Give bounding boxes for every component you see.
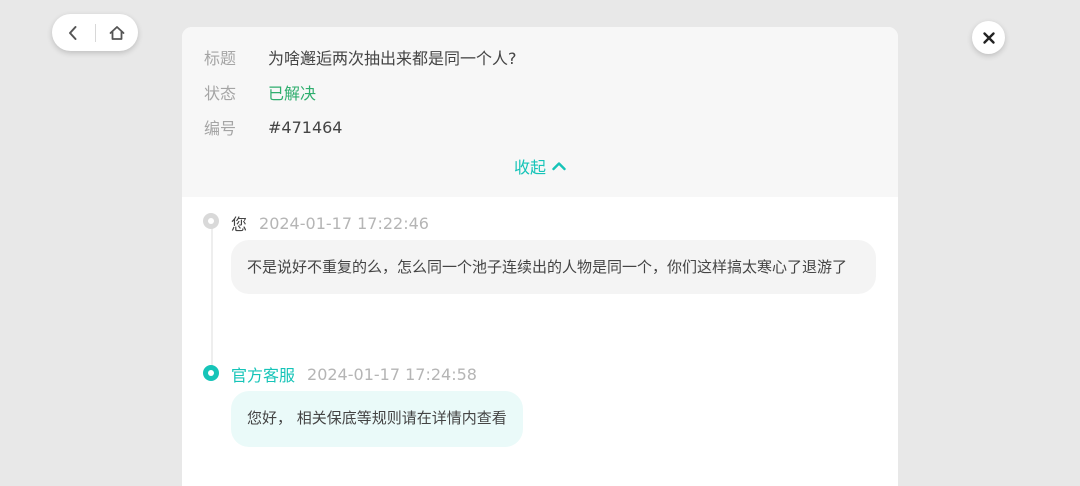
status-row: 状态 已解决 (204, 80, 316, 104)
timeline-dot-staff (203, 365, 219, 381)
home-icon (109, 25, 125, 40)
status-value: 已解决 (268, 84, 317, 103)
ticket-card: 标题 为啥邂逅两次抽出来都是同一个人? 状态 已解决 编号 #471464 收起… (182, 27, 898, 486)
id-row: 编号 #471464 (204, 115, 342, 139)
message-text: 您好， 相关保底等规则请在详情内查看 (247, 409, 507, 427)
message-text: 不是说好不重复的么，怎么同一个池子连续出的人物是同一个，你们这样搞太寒心了退游了 (247, 258, 848, 276)
close-button[interactable] (972, 21, 1005, 54)
back-button[interactable] (52, 14, 95, 51)
chevron-up-icon (552, 162, 566, 171)
collapse-label: 收起 (513, 158, 546, 177)
home-button[interactable] (95, 14, 138, 51)
message-header: 您 2024-01-17 17:22:46 (231, 211, 429, 235)
message-time: 2024-01-17 17:24:58 (307, 364, 477, 384)
message-time: 2024-01-17 17:22:46 (259, 213, 429, 233)
title-label: 标题 (204, 49, 237, 68)
status-label: 状态 (204, 84, 237, 103)
timeline-line (211, 227, 213, 367)
collapse-button[interactable]: 收起 (182, 154, 898, 178)
close-icon (982, 31, 995, 44)
id-label: 编号 (204, 119, 237, 138)
title-row: 标题 为啥邂逅两次抽出来都是同一个人? (204, 45, 517, 69)
sender-name: 官方客服 (231, 366, 296, 385)
message-bubble-staff: 您好， 相关保底等规则请在详情内查看 (231, 391, 523, 447)
message-bubble-user: 不是说好不重复的么，怎么同一个池子连续出的人物是同一个，你们这样搞太寒心了退游了 (231, 240, 876, 294)
message-header: 官方客服 2024-01-17 17:24:58 (231, 362, 477, 386)
title-value: 为啥邂逅两次抽出来都是同一个人? (268, 49, 517, 68)
chevron-left-icon (69, 25, 77, 40)
id-value: #471464 (268, 117, 343, 137)
timeline-dot-user (203, 213, 219, 229)
nav-pill (52, 14, 138, 51)
ticket-info: 标题 为啥邂逅两次抽出来都是同一个人? 状态 已解决 编号 #471464 收起 (182, 27, 898, 197)
sender-name: 您 (231, 215, 248, 234)
